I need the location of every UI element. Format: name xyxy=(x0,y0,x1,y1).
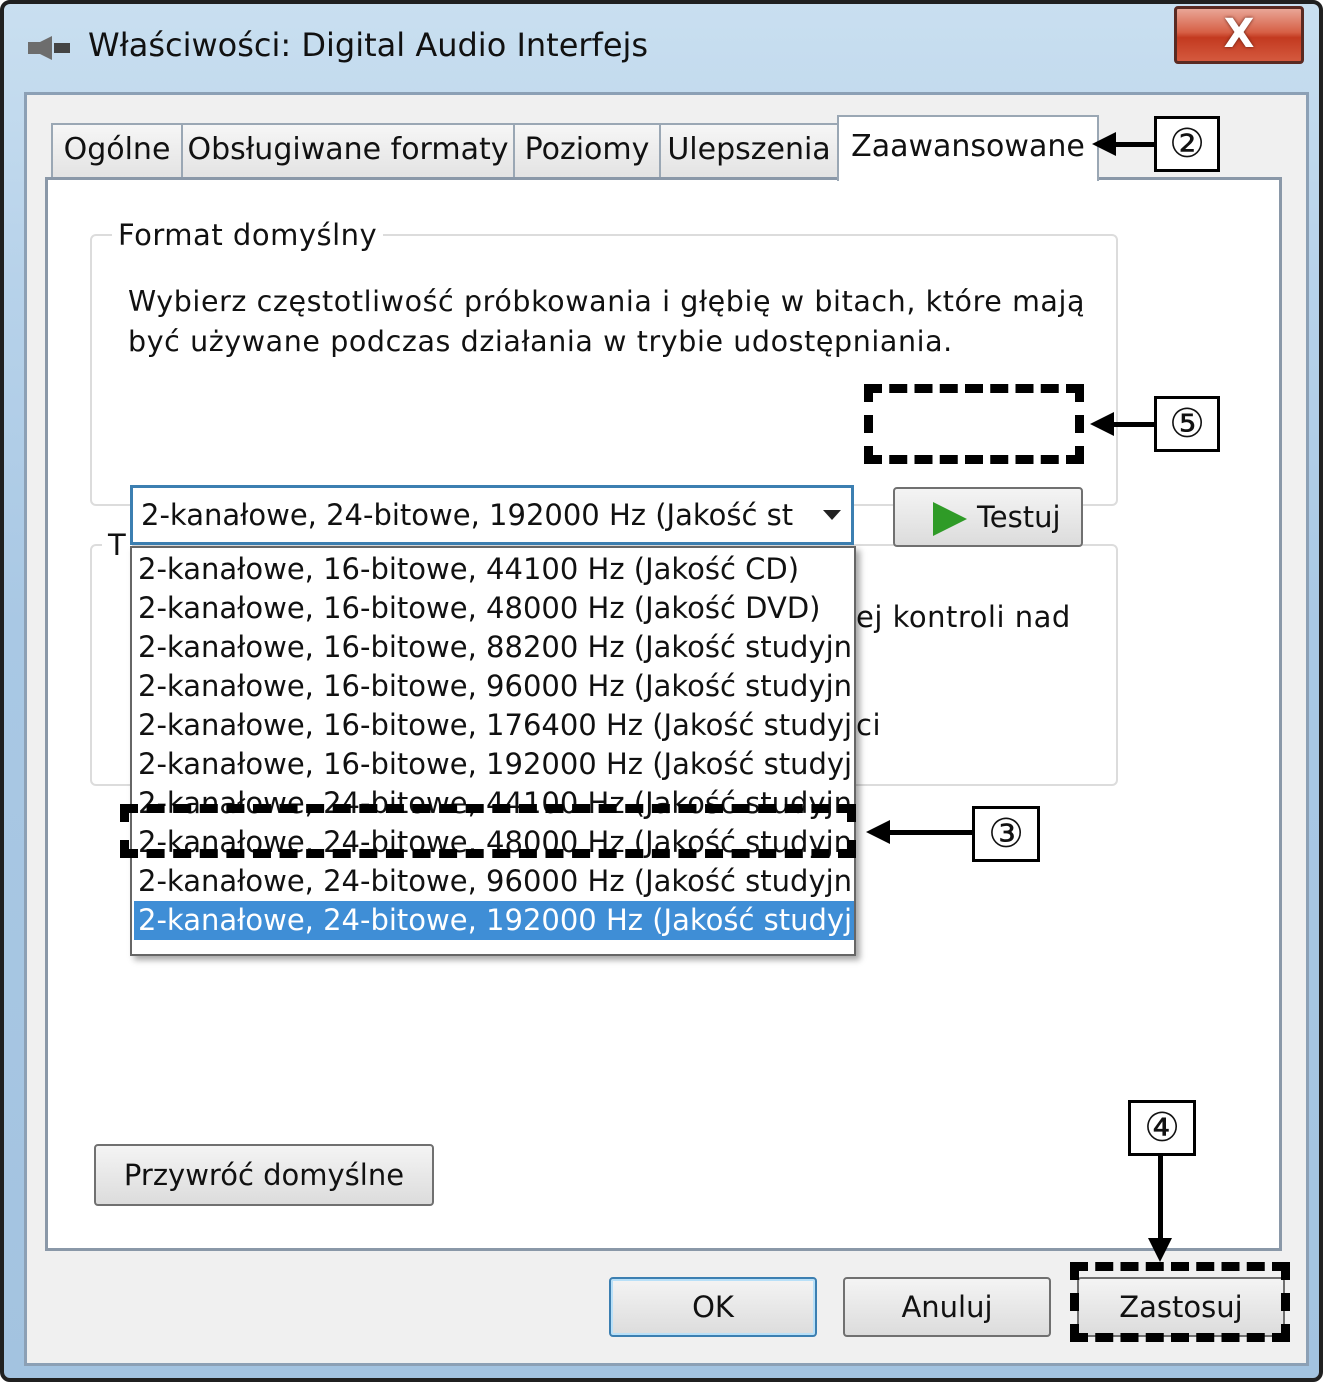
callout-arrow xyxy=(1092,132,1156,156)
test-button-label: Testuj xyxy=(977,500,1061,534)
callout-5: ⑤ xyxy=(1154,396,1220,452)
tab-supported-formats[interactable]: Obsługiwane formaty xyxy=(181,123,515,177)
default-format-group: Format domyślny Wybierz częstotliwość pr… xyxy=(90,218,1118,506)
restore-defaults-button[interactable]: Przywróć domyślne xyxy=(94,1144,434,1206)
dropdown-option[interactable]: 2-kanałowe, 24-bitowe, 44100 Hz (Jakość … xyxy=(138,784,854,823)
callout-2: ② xyxy=(1154,116,1220,172)
callout-3: ③ xyxy=(972,806,1040,862)
exclusive-mode-text-fragment: ej kontroli nad xyxy=(856,600,1071,634)
dropdown-option[interactable]: 2-kanałowe, 24-bitowe, 48000 Hz (Jakość … xyxy=(138,823,854,862)
callout-4: ④ xyxy=(1128,1100,1196,1156)
chevron-down-icon[interactable] xyxy=(823,510,841,520)
dropdown-option[interactable]: 2-kanałowe, 16-bitowe, 192000 Hz (Jakość… xyxy=(138,745,854,784)
sample-format-select[interactable]: 2-kanałowe, 24-bitowe, 192000 Hz (Jakość… xyxy=(130,485,854,545)
dropdown-option[interactable]: 2-kanałowe, 24-bitowe, 96000 Hz (Jakość … xyxy=(138,862,854,901)
play-icon xyxy=(933,502,967,536)
close-button[interactable]: X xyxy=(1174,6,1304,64)
dropdown-option[interactable]: 2-kanałowe, 16-bitowe, 176400 Hz (Jakość… xyxy=(138,706,854,745)
dialog-client-area: Ogólne Obsługiwane formaty Poziomy Uleps… xyxy=(24,92,1309,1366)
default-format-description: Wybierz częstotliwość próbkowania i głęb… xyxy=(128,282,1108,362)
callout-arrow xyxy=(866,820,974,844)
exclusive-mode-title: T xyxy=(102,528,133,562)
exclusive-mode-text-fragment-2: ci xyxy=(856,708,882,742)
tab-levels[interactable]: Poziomy xyxy=(513,123,661,177)
sample-format-dropdown: 2-kanałowe, 16-bitowe, 44100 Hz (Jakość … xyxy=(130,546,856,956)
callout-arrow xyxy=(1148,1154,1172,1262)
tab-general[interactable]: Ogólne xyxy=(51,123,183,177)
dropdown-option-selected[interactable]: 2-kanałowe, 24-bitowe, 192000 Hz (Jakość… xyxy=(134,901,854,940)
sample-format-selected-value: 2-kanałowe, 24-bitowe, 192000 Hz (Jakość… xyxy=(141,498,794,532)
window-title: Właściwości: Digital Audio Interfejs xyxy=(88,26,649,64)
tab-enhancements[interactable]: Ulepszenia xyxy=(659,123,839,177)
dropdown-option[interactable]: 2-kanałowe, 16-bitowe, 48000 Hz (Jakość … xyxy=(138,589,854,628)
description-line-2: być używane podczas działania w trybie u… xyxy=(128,325,953,358)
dropdown-option[interactable]: 2-kanałowe, 16-bitowe, 88200 Hz (Jakość … xyxy=(138,628,854,667)
ok-button[interactable]: OK xyxy=(609,1277,817,1337)
dropdown-option[interactable]: 2-kanałowe, 16-bitowe, 44100 Hz (Jakość … xyxy=(138,550,854,589)
cancel-button[interactable]: Anuluj xyxy=(843,1277,1051,1337)
callout-arrow xyxy=(1090,412,1156,436)
description-line-1: Wybierz częstotliwość próbkowania i głęb… xyxy=(128,285,1086,318)
speaker-device-icon xyxy=(28,36,70,60)
dropdown-option[interactable]: 2-kanałowe, 16-bitowe, 96000 Hz (Jakość … xyxy=(138,667,854,706)
default-format-title: Format domyślny xyxy=(112,218,384,252)
test-button[interactable]: Testuj xyxy=(893,487,1083,547)
apply-button[interactable]: Zastosuj xyxy=(1077,1277,1285,1337)
advanced-tab-panel: Format domyślny Wybierz częstotliwość pr… xyxy=(45,177,1282,1251)
properties-window: Właściwości: Digital Audio Interfejs X O… xyxy=(0,0,1323,1382)
tab-advanced[interactable]: Zaawansowane xyxy=(837,115,1099,181)
close-icon: X xyxy=(1223,11,1255,57)
